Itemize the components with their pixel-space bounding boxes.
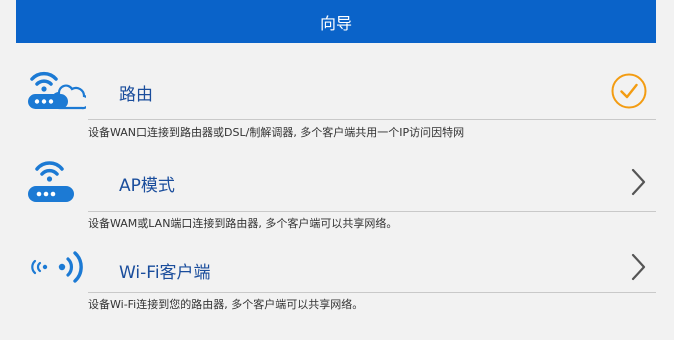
access-point-icon bbox=[26, 155, 78, 209]
check-circle-icon[interactable] bbox=[610, 72, 648, 114]
divider bbox=[88, 292, 656, 293]
mode-ap-title: AP模式 bbox=[119, 176, 175, 196]
mode-ap[interactable]: AP模式 设备WAM或LAN端口连接到路由器, 多个客户端可以共享网络。 bbox=[16, 146, 656, 232]
mode-ap-description: 设备WAM或LAN端口连接到路由器, 多个客户端可以共享网络。 bbox=[88, 217, 398, 230]
wifi-signal-icon bbox=[26, 247, 86, 291]
mode-router-title: 路由 bbox=[119, 85, 153, 105]
chevron-right-icon[interactable] bbox=[628, 252, 648, 286]
mode-router-description: 设备WAN口连接到路由器或DSL/制解调器, 多个客户端共用一个IP访问因特网 bbox=[88, 126, 465, 139]
mode-wifi-client-description: 设备Wi-Fi连接到您的路由器, 多个客户端可以共享网络。 bbox=[88, 298, 364, 311]
divider bbox=[88, 211, 656, 212]
page-title: 向导 bbox=[319, 13, 352, 33]
mode-wifi-client-title: Wi-Fi客户端 bbox=[119, 263, 211, 283]
router-cloud-icon bbox=[26, 65, 91, 117]
mode-wifi-client[interactable]: Wi-Fi客户端 设备Wi-Fi连接到您的路由器, 多个客户端可以共享网络。 bbox=[16, 233, 656, 323]
divider bbox=[88, 119, 656, 120]
wizard-header: 向导 bbox=[16, 0, 656, 43]
mode-router[interactable]: 路由 设备WAN口连接到路由器或DSL/制解调器, 多个客户端共用一个IP访问因… bbox=[16, 55, 656, 145]
chevron-right-icon[interactable] bbox=[628, 167, 648, 201]
